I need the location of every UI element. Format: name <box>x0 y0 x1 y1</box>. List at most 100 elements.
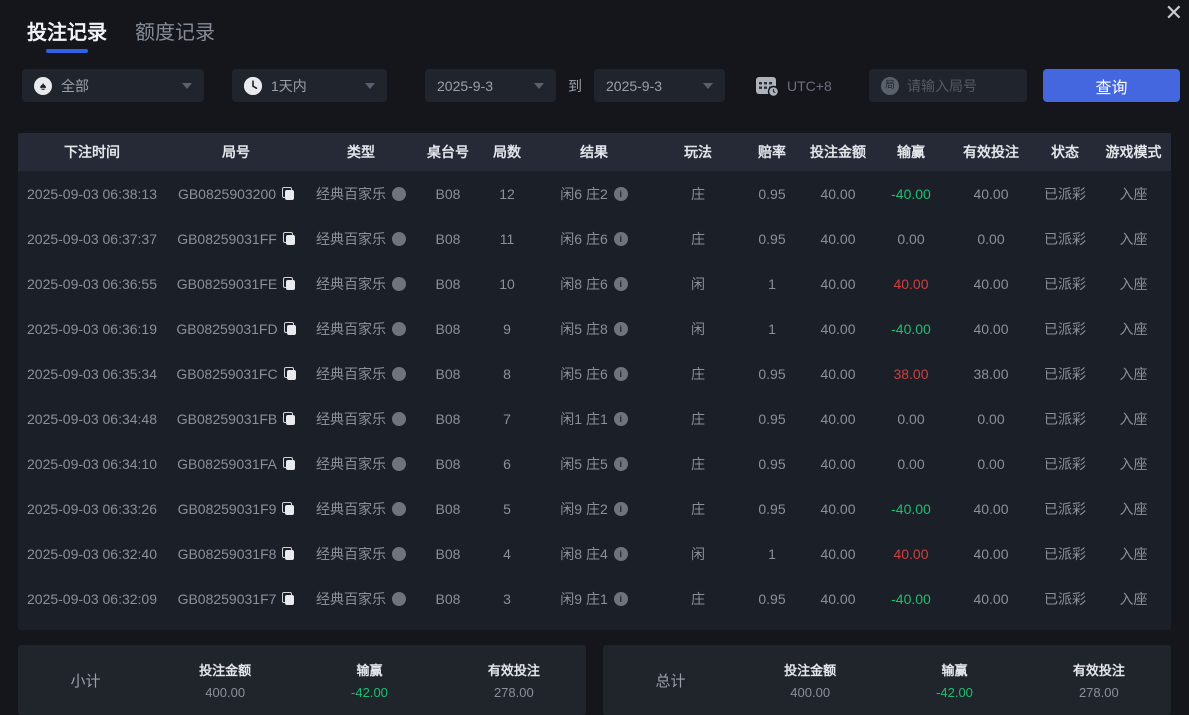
result-info-icon[interactable]: i <box>613 186 628 201</box>
result-info-icon[interactable]: i <box>613 591 628 606</box>
cell-valid-bet: 0.00 <box>948 231 1034 247</box>
result-info-icon[interactable]: i <box>613 546 628 561</box>
game-type-icon[interactable] <box>392 366 406 381</box>
cell-result: 闲5 庄6 i <box>534 364 654 384</box>
game-type-icon[interactable] <box>392 411 406 426</box>
cell-play-type-text: 庄 <box>691 500 705 517</box>
column-header-5: 结果 <box>580 144 608 160</box>
cell-odds-text: 0.95 <box>758 590 786 607</box>
cell-game-type-text: 经典百家乐 <box>316 545 386 562</box>
subtotal-valid-value: 278.00 <box>493 685 534 700</box>
cell-valid-bet-text: 0.00 <box>977 455 1005 472</box>
cell-bet-amount-text: 40.00 <box>820 455 856 472</box>
result-info-icon[interactable]: i <box>613 456 628 471</box>
copy-icon[interactable] <box>282 457 295 470</box>
cell-table-number: B08 <box>416 231 480 247</box>
result-info-icon[interactable]: i <box>613 366 628 381</box>
cell-status: 已派彩 <box>1034 364 1096 384</box>
cell-game-number: 5 <box>480 501 534 517</box>
cell-win-loss: 40.00 <box>874 276 948 292</box>
cell-bet-time: 2025-09-03 06:32:40 <box>18 546 166 562</box>
close-icon[interactable]: ✕ <box>1165 2 1183 24</box>
cell-play-type: 庄 <box>654 454 742 474</box>
result-info-icon[interactable]: i <box>613 276 628 291</box>
column-header-10: 有效投注 <box>963 144 1019 160</box>
cell-game-type: 经典百家乐 <box>306 319 416 339</box>
cell-table-number: B08 <box>416 456 480 472</box>
cell-bet-amount-text: 40.00 <box>820 365 856 382</box>
subtotal-valid-label: 有效投注 <box>487 663 540 678</box>
copy-icon[interactable] <box>282 502 295 515</box>
game-type-icon[interactable] <box>392 546 406 561</box>
game-type-icon[interactable] <box>392 186 406 201</box>
cell-odds: 0.95 <box>742 411 802 427</box>
cell-bet-time-text: 2025-09-03 06:34:10 <box>27 455 157 472</box>
cell-result-text: 闲8 庄6 <box>560 275 608 292</box>
cell-game-mode: 入座 <box>1096 454 1171 474</box>
cell-table-number-text: B08 <box>435 500 461 517</box>
cell-game-mode-text: 入座 <box>1119 410 1148 427</box>
game-type-icon[interactable] <box>392 321 406 336</box>
cell-game-type: 经典百家乐 <box>306 454 416 474</box>
cell-play-type-text: 闲 <box>691 545 705 562</box>
result-info-icon[interactable]: i <box>613 411 628 426</box>
table-row: 2025-09-03 06:35:34 GB08259031FC 经典百家乐 B08 8… <box>18 351 1171 396</box>
tab-bet-records[interactable]: 投注记录 <box>27 16 107 55</box>
cell-result: 闲6 庄6 i <box>534 229 654 249</box>
game-type-dropdown[interactable]: ♠ 全部 <box>22 69 204 102</box>
game-type-icon[interactable] <box>392 276 406 291</box>
copy-icon[interactable] <box>282 592 295 605</box>
spade-icon: ♠ <box>34 76 52 95</box>
cell-game-number-text: 10 <box>499 275 515 292</box>
cell-game-mode: 入座 <box>1096 274 1171 294</box>
cell-result-text: 闲8 庄4 <box>560 545 608 562</box>
copy-icon[interactable] <box>282 187 295 200</box>
result-info-icon[interactable]: i <box>613 321 628 336</box>
cell-round-id-text: GB08259031FE <box>176 275 278 292</box>
cell-odds-text: 1 <box>768 545 776 562</box>
cell-bet-time-text: 2025-09-03 06:38:13 <box>27 185 157 202</box>
game-type-icon[interactable] <box>392 231 406 246</box>
date-to-dropdown[interactable]: 2025-9-3 <box>594 69 725 102</box>
subtotal-card: 小计 投注金额 400.00 输赢 -42.00 有效投注 278.00 <box>18 645 586 715</box>
cell-round-id-text: GB08259031FD <box>176 320 278 337</box>
cell-game-number: 6 <box>480 456 534 472</box>
copy-icon[interactable] <box>283 412 296 425</box>
cell-win-loss-text: 40.00 <box>893 275 929 292</box>
copy-icon[interactable] <box>282 547 295 560</box>
tab-quota-records[interactable]: 额度记录 <box>135 16 215 55</box>
result-info-icon[interactable]: i <box>613 501 628 516</box>
cell-result-text: 闲9 庄2 <box>560 500 608 517</box>
cell-bet-amount: 40.00 <box>802 546 874 562</box>
chevron-down-icon <box>703 82 713 89</box>
date-from-dropdown[interactable]: 2025-9-3 <box>425 69 556 102</box>
cell-bet-time-text: 2025-09-03 06:37:37 <box>27 230 157 247</box>
cell-valid-bet: 40.00 <box>948 546 1034 562</box>
result-info-icon[interactable]: i <box>613 231 628 246</box>
round-number-input[interactable]: 局 请输入局号 <box>869 69 1027 102</box>
cell-game-type: 经典百家乐 <box>306 409 416 429</box>
total-bet-value: 400.00 <box>790 685 831 700</box>
game-type-icon[interactable] <box>392 591 406 606</box>
copy-icon[interactable] <box>283 367 296 380</box>
cell-bet-time-text: 2025-09-03 06:36:55 <box>27 275 157 292</box>
copy-icon[interactable] <box>283 322 296 335</box>
game-type-icon[interactable] <box>392 456 406 471</box>
time-range-dropdown[interactable]: 1天内 <box>232 69 387 102</box>
cell-game-number-text: 5 <box>503 500 511 517</box>
copy-icon[interactable] <box>282 232 295 245</box>
cell-game-mode: 入座 <box>1096 499 1171 519</box>
cell-win-loss: -40.00 <box>874 501 948 517</box>
cell-status: 已派彩 <box>1034 274 1096 294</box>
cell-round-id-text: GB08259031FB <box>176 410 278 427</box>
chevron-down-icon <box>534 82 544 89</box>
copy-icon[interactable] <box>283 277 296 290</box>
total-bet-label: 投注金额 <box>784 663 837 678</box>
table-row: 2025-09-03 06:34:10 GB08259031FA 经典百家乐 B08 6… <box>18 441 1171 486</box>
cell-round-id: GB08259031F9 <box>166 501 306 517</box>
game-type-icon[interactable] <box>392 501 406 516</box>
cell-play-type: 庄 <box>654 229 742 249</box>
bet-records-table: 下注时间 局号 类型 桌台号 局数 结果 玩法 赔率 投注金额 输赢 有效投注 状态 游戏模式 2025… <box>18 133 1171 630</box>
cell-game-number: 8 <box>480 366 534 382</box>
query-button[interactable]: 查询 <box>1043 69 1180 102</box>
